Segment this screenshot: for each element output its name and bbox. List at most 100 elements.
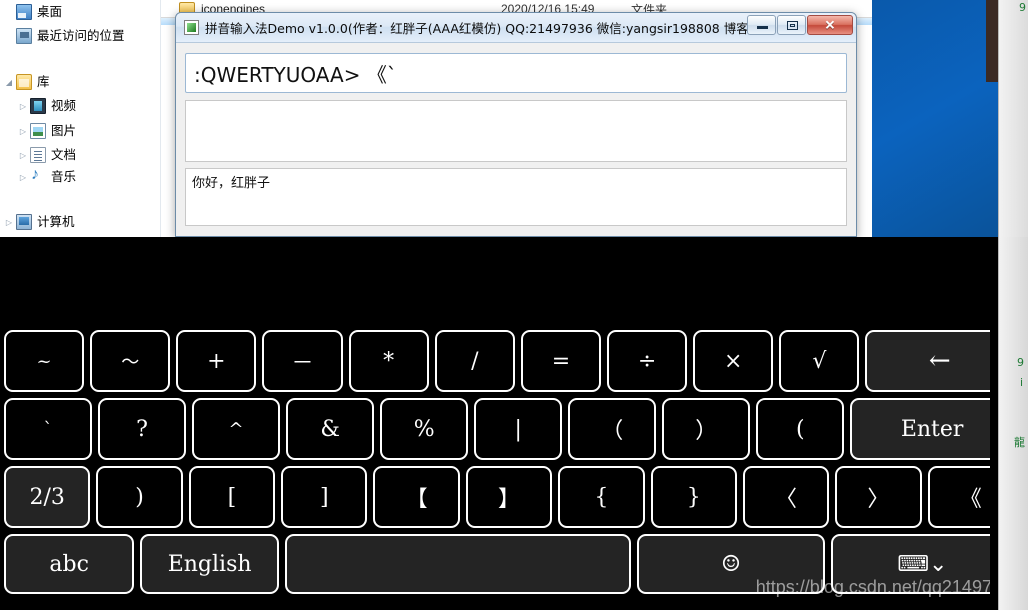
key-ampersand[interactable]: & <box>286 398 375 460</box>
video-icon <box>30 98 46 114</box>
app-icon <box>184 20 199 35</box>
sidebar-item-label: 音乐 <box>51 170 77 184</box>
key-page-indicator[interactable]: 2/3 <box>4 466 91 528</box>
picture-icon <box>30 123 46 139</box>
key-label: ÷ <box>637 348 657 374</box>
wallpaper-dark-band <box>986 0 998 82</box>
chevron-expand-icon[interactable]: ▷ <box>16 151 30 160</box>
chevron-expand-icon[interactable]: ▷ <box>16 173 30 182</box>
key-paren-open-full[interactable]: （ <box>568 398 657 460</box>
key-label: } <box>686 484 701 510</box>
key-label: | <box>514 416 522 442</box>
key-hide-keyboard[interactable]: ⌨⌄ <box>830 534 1014 594</box>
recent-places-icon <box>16 28 32 44</box>
key-caret[interactable]: ^ <box>192 398 281 460</box>
key-bracket-open[interactable]: [ <box>188 466 276 528</box>
key-brace-close[interactable]: } <box>650 466 737 528</box>
key-english-mode[interactable]: English <box>140 534 279 594</box>
key-percent[interactable]: % <box>380 398 469 460</box>
key-backtick[interactable]: ` <box>4 398 93 460</box>
document-icon <box>30 147 46 163</box>
key-angle-open[interactable]: 〈 <box>742 466 830 528</box>
key-equals[interactable]: = <box>520 330 601 392</box>
key-label: ） <box>695 419 718 444</box>
key-label: － <box>291 351 314 376</box>
close-button[interactable]: ✕ <box>807 15 853 35</box>
keyboard-right-gap <box>990 237 998 610</box>
gadget-text: 9 <box>1019 1 1026 14</box>
key-tilde-ascii[interactable]: ~ <box>4 330 85 392</box>
key-pipe[interactable]: | <box>474 398 563 460</box>
key-label: ? <box>136 416 148 442</box>
page-title: 拼音输入法Demo v1.0.0(作者：红胖子(AAA红模仿) QQ:21497… <box>205 21 765 36</box>
key-label: 【 <box>405 487 428 512</box>
key-emoji[interactable]: ☺ <box>637 534 825 594</box>
maximize-button[interactable] <box>777 15 806 35</box>
key-slash[interactable]: / <box>434 330 515 392</box>
key-question[interactable]: ? <box>98 398 187 460</box>
pinyin-input-field[interactable] <box>185 53 847 93</box>
key-label: ] <box>319 484 329 510</box>
sidebar-item-label: 库 <box>37 75 50 89</box>
key-label: % <box>413 416 435 442</box>
key-abc-mode[interactable]: abc <box>4 534 135 594</box>
chevron-collapse-icon[interactable]: ◢ <box>2 78 16 87</box>
keyboard-row-4: abc English ☺ ⌨⌄ <box>0 534 1014 594</box>
window-controls: ✕ <box>746 15 853 35</box>
chevron-expand-icon[interactable]: ▷ <box>2 218 16 227</box>
key-paren-close-full[interactable]: ） <box>662 398 751 460</box>
sidebar-item-recent-places[interactable]: 最近访问的位置 <box>16 26 125 46</box>
key-label: （ <box>601 419 624 444</box>
desktop-gadget-strip-lower[interactable]: 9 i 龍 <box>998 237 1028 610</box>
key-label: 〉 <box>867 487 890 512</box>
key-angle-close[interactable]: 〉 <box>835 466 922 528</box>
key-sqrt[interactable]: √ <box>779 330 860 392</box>
sidebar-item-music[interactable]: ▷ 音乐 <box>16 166 77 187</box>
key-lenticular-close[interactable]: 】 <box>465 466 553 528</box>
chevron-expand-icon[interactable]: ▷ <box>16 127 30 136</box>
key-bracket-close[interactable]: ] <box>281 466 368 528</box>
key-label: abc <box>49 551 89 577</box>
key-label: Enter <box>900 416 964 442</box>
key-label: 】 <box>497 487 520 512</box>
sidebar-item-documents[interactable]: ▷ 文档 <box>16 145 76 165</box>
sidebar-item-libraries[interactable]: ◢ 库 <box>2 72 50 92</box>
key-asterisk[interactable]: * <box>348 330 429 392</box>
screen-root: 桌面 最近访问的位置 ◢ 库 ▷ 视频 ▷ 图片 ▷ 文档 ▷ ♪ 音乐 ▷ 计… <box>0 0 1028 610</box>
sidebar-item-videos[interactable]: ▷ 视频 <box>16 96 76 116</box>
key-plus[interactable]: + <box>176 330 257 392</box>
key-tilde-full[interactable]: ～ <box>90 330 171 392</box>
candidate-list-panel[interactable] <box>185 100 847 162</box>
ime-demo-dialog: 拼音输入法Demo v1.0.0(作者：红胖子(AAA红模仿) QQ:21497… <box>175 12 857 237</box>
gadget-text: 9 <box>1017 356 1024 369</box>
minimize-button[interactable] <box>747 15 776 35</box>
sidebar-item-computer[interactable]: ▷ 计算机 <box>2 212 75 232</box>
dialog-titlebar[interactable]: 拼音输入法Demo v1.0.0(作者：红胖子(AAA红模仿) QQ:21497… <box>176 13 856 43</box>
key-lenticular-open[interactable]: 【 <box>373 466 460 528</box>
key-label: / <box>471 348 479 374</box>
dialog-body: 你好，红胖子 <box>176 43 856 229</box>
output-textarea[interactable]: 你好，红胖子 <box>185 168 847 226</box>
keyboard-row-1: ~ ～ + － * / = ÷ × √ ← <box>0 330 1015 392</box>
key-label: [ <box>227 484 237 510</box>
key-label: 〈 <box>775 487 798 512</box>
key-brace-open[interactable]: { <box>558 466 645 528</box>
key-label: ~ <box>36 350 52 372</box>
desktop-gadget-panel[interactable]: 9 <box>998 0 1028 237</box>
library-folder-icon <box>16 74 32 90</box>
key-minus[interactable]: － <box>262 330 343 392</box>
key-divide[interactable]: ÷ <box>606 330 688 392</box>
key-label: + <box>207 348 226 374</box>
key-label: 《 <box>959 487 982 512</box>
music-icon <box>30 166 46 185</box>
chevron-expand-icon[interactable]: ▷ <box>16 102 30 111</box>
key-label: * <box>383 348 395 374</box>
sidebar-item-pictures[interactable]: ▷ 图片 <box>16 121 76 141</box>
key-label: ～ <box>121 352 140 373</box>
key-paren-open[interactable]: ( <box>756 398 845 460</box>
key-label: √ <box>812 348 827 374</box>
key-multiply[interactable]: × <box>693 330 774 392</box>
key-space[interactable] <box>284 534 632 594</box>
sidebar-item-desktop[interactable]: 桌面 <box>16 2 62 22</box>
key-paren-close[interactable]: ) <box>96 466 183 528</box>
